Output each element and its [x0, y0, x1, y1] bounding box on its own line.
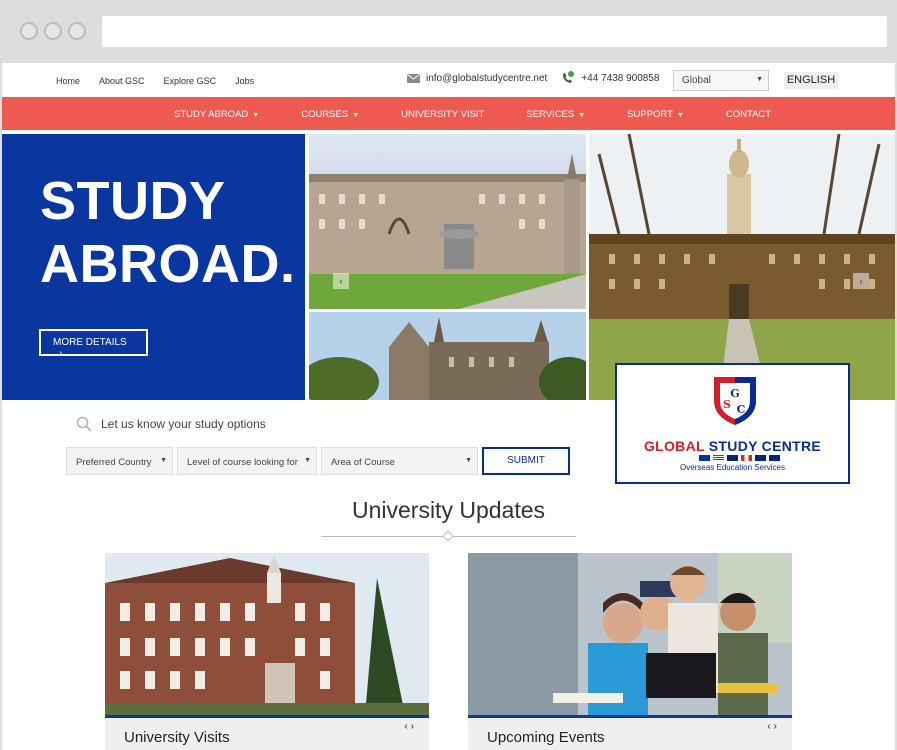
browser-frame: Home About GSC Explore GSC Jobs info@glo… — [0, 0, 897, 750]
nav-label: CONTACT — [725, 109, 772, 120]
card-label: Upcoming Events — [487, 729, 605, 746]
contact-email[interactable]: info@globalstudycentre.net — [426, 73, 547, 84]
language-button[interactable]: ENGLISH — [784, 72, 838, 89]
hero-title-line: ABROAD. — [40, 234, 296, 294]
main-nav: STUDY ABROAD ▼ COURSES ▼ UNIVERSITY VISIT … — [2, 97, 895, 130]
contact-info: info@globalstudycentre.net +44 7438 9008… — [407, 71, 659, 85]
chevron-right-icon[interactable]: › — [853, 273, 869, 289]
campus-photo-nassau-hall: › — [589, 134, 895, 400]
window-dot[interactable] — [20, 22, 38, 40]
select-value: Area of Course — [331, 457, 395, 468]
window-dot[interactable] — [68, 22, 86, 40]
logo-name: GLOBAL STUDY CENTRE — [617, 438, 848, 454]
contact-phone[interactable]: +44 7438 900858 — [581, 73, 659, 84]
nav-item-university-visit[interactable]: UNIVERSITY VISIT — [401, 109, 484, 120]
us-flag-icon — [713, 455, 724, 461]
caret-down-icon: ▼ — [578, 112, 586, 119]
card-label: University Visits — [124, 729, 230, 746]
region-select-value: Global — [682, 75, 711, 86]
nav-item-support[interactable]: SUPPORT ▼ — [627, 109, 684, 120]
study-filters: Preferred Country ▼ Level of course looki… — [66, 447, 570, 475]
course-level-select[interactable]: Level of course looking for ▼ — [177, 447, 317, 475]
university-building-photo — [105, 553, 429, 715]
submit-button[interactable]: SUBMIT — [482, 447, 570, 475]
svg-text:S: S — [723, 398, 731, 411]
nav-label: SERVICES — [526, 109, 575, 120]
more-details-button[interactable]: MORE DETAILS › — [39, 329, 148, 359]
chevron-right-icon: › — [59, 348, 63, 359]
window-controls — [20, 22, 86, 40]
updates-title: University Updates — [351, 497, 546, 523]
australia-flag-icon — [755, 455, 766, 461]
campus-photo-fountain: ‹ — [309, 134, 586, 309]
study-options-label: Let us know your study options — [101, 417, 266, 431]
nav-label: UNIVERSITY VISIT — [401, 109, 485, 120]
svg-text:G: G — [730, 387, 739, 400]
web-page: Home About GSC Explore GSC Jobs info@glo… — [2, 63, 895, 750]
top-link-jobs[interactable]: Jobs — [235, 76, 254, 86]
uk-flag-icon — [727, 455, 738, 461]
nav-label: COURSES — [301, 109, 349, 120]
svg-text:C: C — [737, 403, 746, 416]
logo-name-part: STUDY CENTRE — [708, 438, 822, 454]
logo-subtitle: Overseas Education Services — [680, 463, 785, 472]
card-pager: ‹› — [767, 721, 780, 732]
top-link-home[interactable]: Home — [56, 76, 80, 86]
hero-title: STUDY ABROAD. — [40, 170, 296, 296]
nav-item-study-abroad[interactable]: STUDY ABROAD ▼ — [174, 109, 259, 120]
caret-down-icon: ▼ — [252, 112, 260, 119]
select-value: Preferred Country — [76, 457, 152, 468]
top-link-explore[interactable]: Explore GSC — [164, 76, 217, 86]
chevron-down-icon: ▼ — [756, 76, 763, 83]
preferred-country-select[interactable]: Preferred Country ▼ — [66, 447, 173, 475]
card-pager: ‹› — [404, 721, 417, 732]
nav-label: STUDY ABROAD — [174, 109, 249, 120]
students-photo — [468, 553, 792, 715]
hero-banner: STUDY ABROAD. MORE DETAILS › — [2, 134, 305, 400]
top-bar: Home About GSC Explore GSC Jobs info@glo… — [2, 63, 895, 96]
shield-icon: G S C — [714, 377, 756, 425]
mail-icon — [407, 73, 420, 83]
caret-down-icon: ▼ — [160, 457, 167, 464]
flags-row — [699, 455, 780, 461]
window-dot[interactable] — [44, 22, 62, 40]
caret-down-icon: ▼ — [465, 457, 472, 464]
caret-down-icon: ▼ — [304, 457, 311, 464]
logo-name-part: GLOBAL — [643, 438, 705, 454]
gsc-logo: G S C GLOBAL STUDY CENTRE Overseas Educa… — [615, 363, 850, 484]
chevron-left-icon[interactable]: ‹ — [333, 273, 349, 289]
phone-icon — [561, 71, 575, 85]
eu-flag-icon — [699, 455, 710, 461]
chevron-right-icon[interactable]: › — [411, 721, 417, 732]
nav-item-services[interactable]: SERVICES ▼ — [526, 109, 585, 120]
canada-flag-icon — [741, 455, 752, 461]
nav-item-contact[interactable]: CONTACT — [726, 109, 771, 120]
chevron-right-icon[interactable]: › — [774, 721, 780, 732]
nav-label: SUPPORT — [627, 109, 673, 120]
update-card-upcoming-events[interactable]: Upcoming Events ‹› — [468, 553, 792, 750]
button-label: MORE DETAILS — [53, 337, 127, 348]
new-zealand-flag-icon — [769, 455, 780, 461]
address-bar[interactable] — [102, 16, 887, 47]
select-value: Level of course looking for — [187, 457, 298, 468]
area-of-course-select[interactable]: Area of Course ▼ — [321, 447, 478, 475]
update-card-university-visits[interactable]: University Visits ‹› — [105, 553, 429, 750]
campus-photo-gothic — [309, 312, 586, 400]
caret-down-icon: ▼ — [352, 112, 360, 119]
caret-down-icon: ▼ — [676, 112, 684, 119]
nav-item-courses[interactable]: COURSES ▼ — [301, 109, 359, 120]
region-select[interactable]: Global ▼ — [673, 70, 769, 91]
top-links: Home About GSC Explore GSC Jobs — [56, 76, 254, 86]
top-link-about[interactable]: About GSC — [99, 76, 145, 86]
search-icon — [76, 416, 92, 432]
study-options-prompt: Let us know your study options — [76, 416, 266, 432]
hero-title-line: STUDY — [40, 171, 226, 231]
